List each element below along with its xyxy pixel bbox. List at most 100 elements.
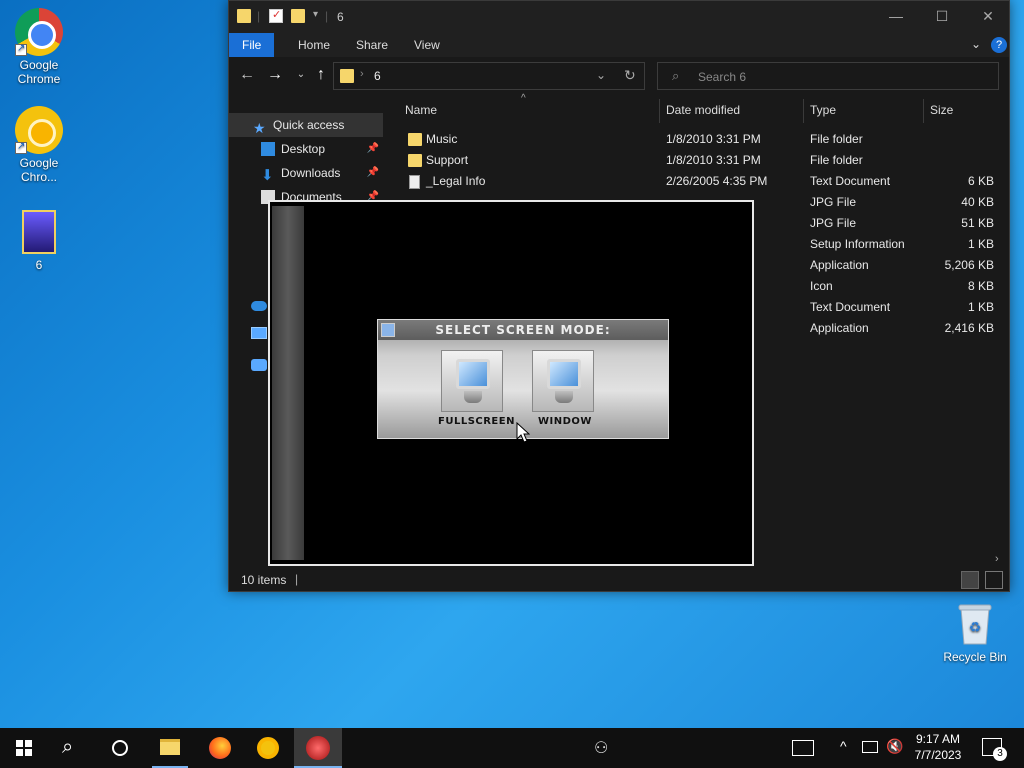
monitor-stand (464, 391, 482, 403)
desktop-icon-6[interactable]: 6 (1, 208, 77, 272)
file-size: 1 KB (967, 300, 994, 314)
notification-center-icon[interactable]: 3 (982, 738, 1007, 761)
large-icons-view-icon[interactable] (985, 571, 1003, 589)
taskbar-firefox[interactable] (196, 728, 244, 768)
ribbon: File Home Share View ⌄ ? (229, 33, 1009, 57)
separator: | (295, 572, 299, 586)
tab-home[interactable]: Home (285, 33, 343, 57)
details-view-icon[interactable] (961, 571, 979, 589)
table-row[interactable]: _Legal Info 2/26/2005 4:35 PM Text Docum… (399, 171, 999, 192)
item-count: 10 items (241, 573, 287, 587)
people-icon[interactable]: ⚇ (594, 738, 608, 758)
search-icon: ⌕ (62, 736, 74, 758)
network-icon[interactable] (862, 741, 878, 753)
file-name: Support (426, 153, 469, 167)
sort-ascending-icon: ^ (521, 93, 526, 104)
column-divider[interactable] (659, 99, 660, 123)
table-row[interactable]: Support 1/8/2010 3:31 PM File folder (399, 150, 999, 171)
column-divider[interactable] (803, 99, 804, 123)
window-button[interactable] (532, 350, 594, 412)
monitor-icon (547, 359, 581, 389)
file-type: JPG File (810, 216, 857, 230)
pin-icon: 📌 (366, 143, 379, 154)
customize-quick-access-icon[interactable]: ▾ (313, 9, 318, 20)
properties-icon[interactable]: ✓ (269, 9, 283, 23)
up-icon[interactable]: ↑ (311, 65, 331, 85)
nav-item-quick-access[interactable]: ★ Quick access (229, 113, 383, 137)
file-type: Text Document (810, 300, 891, 314)
taskbar-file-explorer[interactable] (146, 728, 194, 768)
separator: | (257, 9, 261, 23)
new-folder-icon[interactable] (291, 9, 305, 23)
desktop-icon-google-chrome[interactable]: Google Chrome (1, 8, 77, 86)
taskbar-game[interactable] (294, 728, 342, 768)
firefox-icon (209, 737, 231, 759)
taskbar: ⌕ ⚇ ^ 🔇 9:17 AM 7/7/2023 3 (0, 728, 1024, 768)
clock[interactable]: 9:17 AM 7/7/2023 (908, 732, 968, 762)
this-pc-icon[interactable] (251, 327, 267, 339)
game-app-icon (306, 736, 330, 760)
file-size: 40 KB (961, 195, 994, 209)
file-type: Setup Information (810, 237, 905, 251)
title-bar[interactable]: | ✓ ▾ | 6 — ☐ ✕ (229, 1, 1009, 33)
address-text: 6 (374, 69, 381, 83)
fullscreen-button[interactable] (441, 350, 503, 412)
network-icon[interactable] (251, 359, 267, 371)
taskbar-chrome-canary[interactable] (244, 728, 292, 768)
desktop-icon-label: Google Chrome (17, 58, 61, 86)
column-header-date[interactable]: Date modified (666, 103, 740, 117)
forward-icon[interactable]: → (265, 65, 285, 85)
chrome-canary-icon (15, 106, 63, 154)
dialog-title: SELECT SCREEN MODE: (378, 320, 668, 340)
news-icon[interactable] (792, 740, 814, 756)
folder-icon (408, 133, 422, 146)
window-title: 6 (337, 10, 344, 24)
refresh-icon[interactable]: ↻ (624, 67, 636, 84)
show-hidden-icons-icon[interactable]: ^ (840, 738, 847, 754)
nav-item-desktop[interactable]: Desktop 📌 (229, 137, 383, 161)
monitor-icon (456, 359, 490, 389)
help-icon[interactable]: ? (991, 37, 1007, 53)
file-type: Application (810, 321, 869, 335)
tab-file[interactable]: File (229, 33, 275, 57)
windows-logo-icon (16, 740, 32, 756)
search-button[interactable]: ⌕ (48, 728, 96, 768)
chrome-canary-icon (257, 737, 279, 759)
onedrive-icon[interactable] (251, 301, 267, 311)
nav-item-label: Desktop (281, 142, 326, 156)
close-button[interactable]: ✕ (965, 1, 1011, 33)
nav-item-label: Quick access (273, 118, 345, 132)
minimize-button[interactable]: — (873, 1, 919, 33)
monitor-stand (555, 391, 573, 403)
table-row[interactable]: Music 1/8/2010 3:31 PM File folder (399, 129, 999, 150)
folder-icon (340, 69, 354, 83)
nav-item-label: Downloads (281, 166, 341, 180)
address-bar[interactable]: › 6 ⌄ ↻ (333, 62, 645, 90)
back-icon[interactable]: ← (237, 65, 257, 85)
task-view-button[interactable] (96, 728, 144, 768)
column-header-type[interactable]: Type (810, 103, 836, 117)
file-size: 2,416 KB (944, 321, 994, 335)
file-type: Text Document (810, 174, 891, 188)
scroll-right-icon[interactable]: › (995, 553, 999, 565)
volume-muted-icon[interactable]: 🔇 (886, 738, 903, 755)
tab-share[interactable]: Share (343, 33, 401, 57)
expand-ribbon-icon[interactable]: ⌄ (971, 37, 981, 51)
maximize-button[interactable]: ☐ (919, 1, 965, 33)
status-bar: 10 items | (229, 569, 1009, 591)
column-header-size[interactable]: Size (930, 103, 953, 117)
column-header-name[interactable]: Name (405, 103, 437, 117)
desktop-icon (261, 142, 275, 156)
start-button[interactable] (0, 728, 48, 768)
desktop-icon-google-chrome-canary[interactable]: Google Chro... (1, 106, 77, 184)
folder-icon (237, 9, 251, 23)
recent-locations-icon[interactable]: ⌄ (291, 65, 311, 85)
file-type: Application (810, 258, 869, 272)
nav-item-downloads[interactable]: ⬇ Downloads 📌 (229, 161, 383, 185)
address-dropdown-icon[interactable]: ⌄ (596, 68, 606, 82)
tab-view[interactable]: View (401, 33, 453, 57)
desktop-icon-recycle-bin[interactable]: ♻ Recycle Bin (937, 602, 1013, 664)
search-box[interactable]: ⌕ Search 6 (657, 62, 999, 90)
file-explorer-icon (160, 739, 180, 755)
column-divider[interactable] (923, 99, 924, 123)
